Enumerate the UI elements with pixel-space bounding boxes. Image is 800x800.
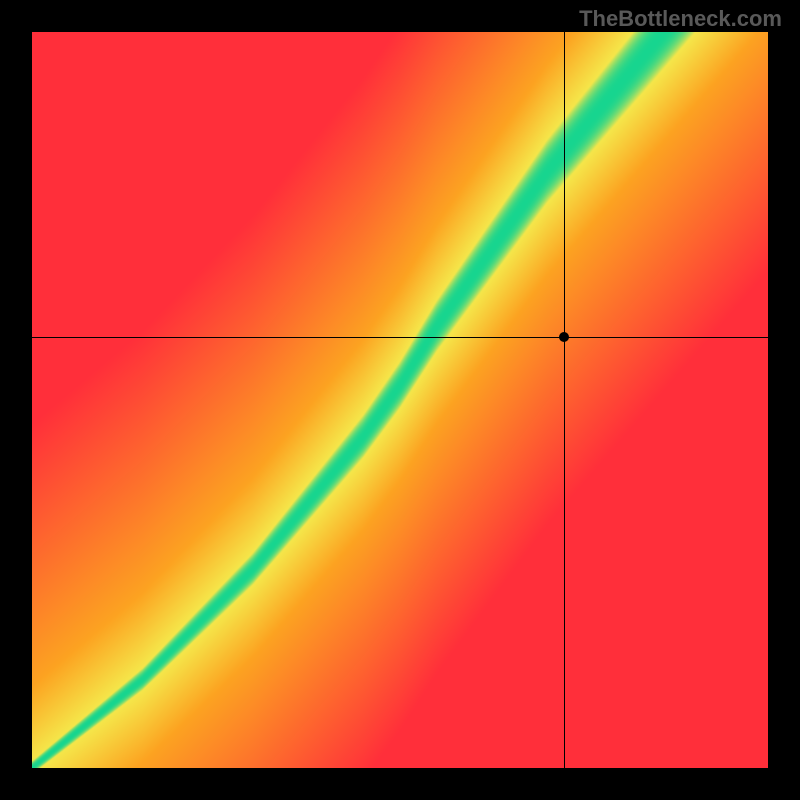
crosshair-horizontal	[32, 337, 768, 339]
watermark-text: TheBottleneck.com	[579, 6, 782, 32]
crosshair-vertical	[564, 32, 566, 768]
chart-container: TheBottleneck.com	[0, 0, 800, 800]
heatmap-canvas	[32, 32, 768, 768]
plot-area	[32, 32, 768, 768]
intersection-marker	[559, 332, 569, 342]
